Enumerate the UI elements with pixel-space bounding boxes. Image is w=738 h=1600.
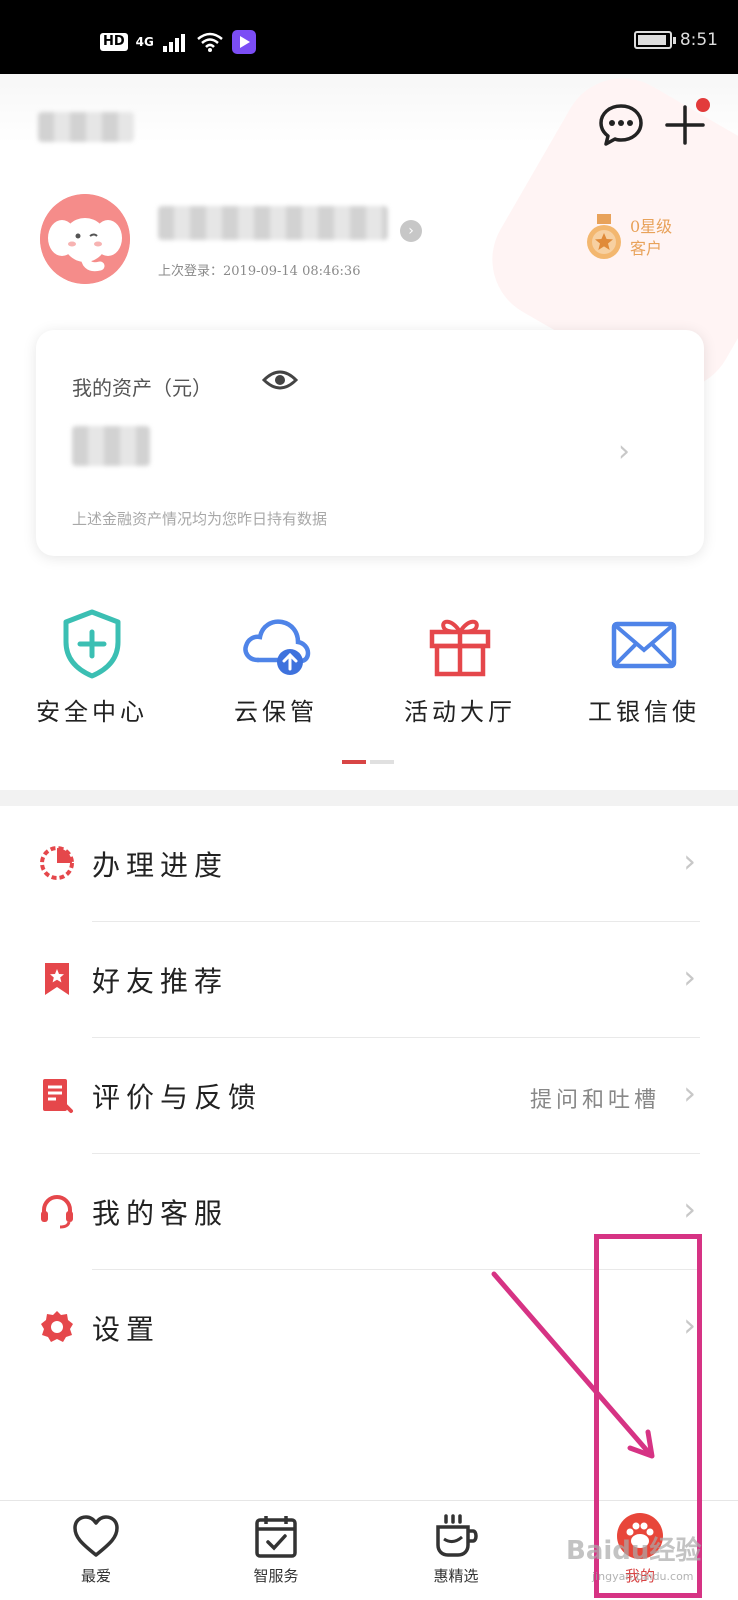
cloud-upload-icon bbox=[243, 619, 311, 675]
level-line-2: 客户 bbox=[630, 239, 663, 258]
menu-item-hint: 提问和吐槽 bbox=[529, 1088, 660, 1113]
menu-item-progress[interactable]: 办理进度 › bbox=[0, 806, 738, 922]
cup-icon bbox=[436, 1514, 478, 1557]
signal-icon bbox=[162, 34, 185, 52]
menu-item-label: 设置 bbox=[92, 1313, 161, 1346]
chevron-right-icon: › bbox=[683, 1074, 696, 1112]
blurred-username bbox=[158, 206, 388, 240]
menu-item-label: 我的客服 bbox=[92, 1197, 229, 1230]
quick-action-security-center[interactable]: 安全中心 bbox=[0, 606, 184, 727]
gift-icon bbox=[429, 619, 491, 677]
nav-label: 最爱 bbox=[80, 1567, 111, 1585]
status-right: 8:51 bbox=[633, 30, 718, 50]
asset-card[interactable]: 我的资产（元） › 上述金融资产情况均为您昨日持有数据 bbox=[36, 330, 704, 556]
status-left: HD 4G bbox=[100, 30, 256, 54]
nav-label: 智服务 bbox=[253, 1567, 299, 1585]
medal-icon bbox=[587, 214, 621, 259]
menu-item-label: 好友推荐 bbox=[92, 965, 229, 998]
notification-dot bbox=[696, 98, 710, 112]
quick-action-label: 工银信使 bbox=[588, 698, 700, 726]
chevron-right-icon: › bbox=[683, 842, 696, 880]
asset-chevron-icon: › bbox=[618, 434, 630, 469]
quick-action-icbc-messenger[interactable]: 工银信使 bbox=[552, 606, 736, 727]
nav-tab-deals[interactable]: 惠精选 bbox=[364, 1513, 548, 1586]
watermark: Baidu经验 bbox=[566, 1536, 702, 1566]
quick-actions: 安全中心 云保管 活动大厅 工银信使 bbox=[0, 606, 738, 756]
asset-note: 上述金融资产情况均为您昨日持有数据 bbox=[72, 510, 328, 528]
progress-pie-icon bbox=[40, 846, 74, 880]
watermark-url: jingyan.baidu.com bbox=[592, 1570, 694, 1583]
menu-item-label: 办理进度 bbox=[92, 849, 229, 882]
customer-level-badge[interactable]: 0星级 客户 bbox=[584, 214, 672, 262]
asset-title: 我的资产（元） bbox=[72, 376, 212, 400]
menu-item-label: 评价与反馈 bbox=[92, 1081, 263, 1114]
pager-dot bbox=[370, 760, 394, 764]
clock: 8:51 bbox=[679, 30, 718, 50]
battery-icon bbox=[633, 31, 676, 49]
quick-action-label: 活动大厅 bbox=[404, 698, 516, 726]
video-app-icon bbox=[231, 30, 256, 54]
eye-icon[interactable] bbox=[262, 366, 298, 394]
level-line-1: 0星级 bbox=[630, 217, 673, 236]
network-type: 4G bbox=[135, 35, 154, 49]
section-divider bbox=[0, 790, 738, 806]
mine-page: HD 4G 8:51 › 上次登录：2019-09-14 08:46:36 0星… bbox=[0, 0, 738, 1600]
elephant-avatar-icon bbox=[40, 194, 130, 284]
nav-label: 惠精选 bbox=[433, 1567, 479, 1585]
chevron-right-icon: › bbox=[683, 958, 696, 996]
calendar-check-icon bbox=[255, 1516, 297, 1558]
mail-icon bbox=[611, 621, 677, 669]
avatar[interactable] bbox=[40, 194, 130, 284]
chat-bubble-icon bbox=[599, 104, 643, 146]
profile-detail-chevron[interactable]: › bbox=[400, 220, 422, 242]
shield-plus-icon bbox=[63, 609, 121, 679]
heart-icon bbox=[73, 1515, 119, 1557]
hd-badge: HD bbox=[100, 33, 128, 51]
message-button[interactable] bbox=[596, 100, 646, 150]
blurred-asset-value bbox=[72, 426, 150, 466]
quick-action-event-hall[interactable]: 活动大厅 bbox=[368, 606, 552, 727]
nav-tab-favorites[interactable]: 最爱 bbox=[4, 1513, 188, 1586]
gear-icon bbox=[41, 1311, 73, 1342]
quick-action-cloud-storage[interactable]: 云保管 bbox=[184, 606, 368, 727]
bookmark-star-icon bbox=[45, 963, 69, 995]
quick-action-label: 云保管 bbox=[234, 698, 318, 726]
status-bar: HD 4G 8:51 bbox=[0, 0, 738, 74]
quick-actions-pager bbox=[342, 760, 394, 764]
quick-action-label: 安全中心 bbox=[36, 698, 148, 726]
add-button[interactable] bbox=[660, 98, 710, 150]
wifi-icon bbox=[197, 32, 223, 52]
annotation-arrow-icon bbox=[491, 1271, 655, 1459]
menu-item-feedback[interactable]: 评价与反馈 提问和吐槽 › bbox=[0, 1038, 738, 1154]
nav-tab-smart-service[interactable]: 智服务 bbox=[184, 1513, 368, 1586]
chevron-right-icon: › bbox=[683, 1190, 696, 1228]
pager-dot-active bbox=[342, 760, 366, 764]
headset-icon bbox=[41, 1195, 73, 1229]
feedback-doc-icon bbox=[43, 1079, 73, 1113]
blurred-nickname bbox=[38, 112, 134, 142]
menu-item-friend-recommend[interactable]: 好友推荐 › bbox=[0, 922, 738, 1038]
last-login-text: 上次登录：2019-09-14 08:46:36 bbox=[158, 264, 361, 279]
